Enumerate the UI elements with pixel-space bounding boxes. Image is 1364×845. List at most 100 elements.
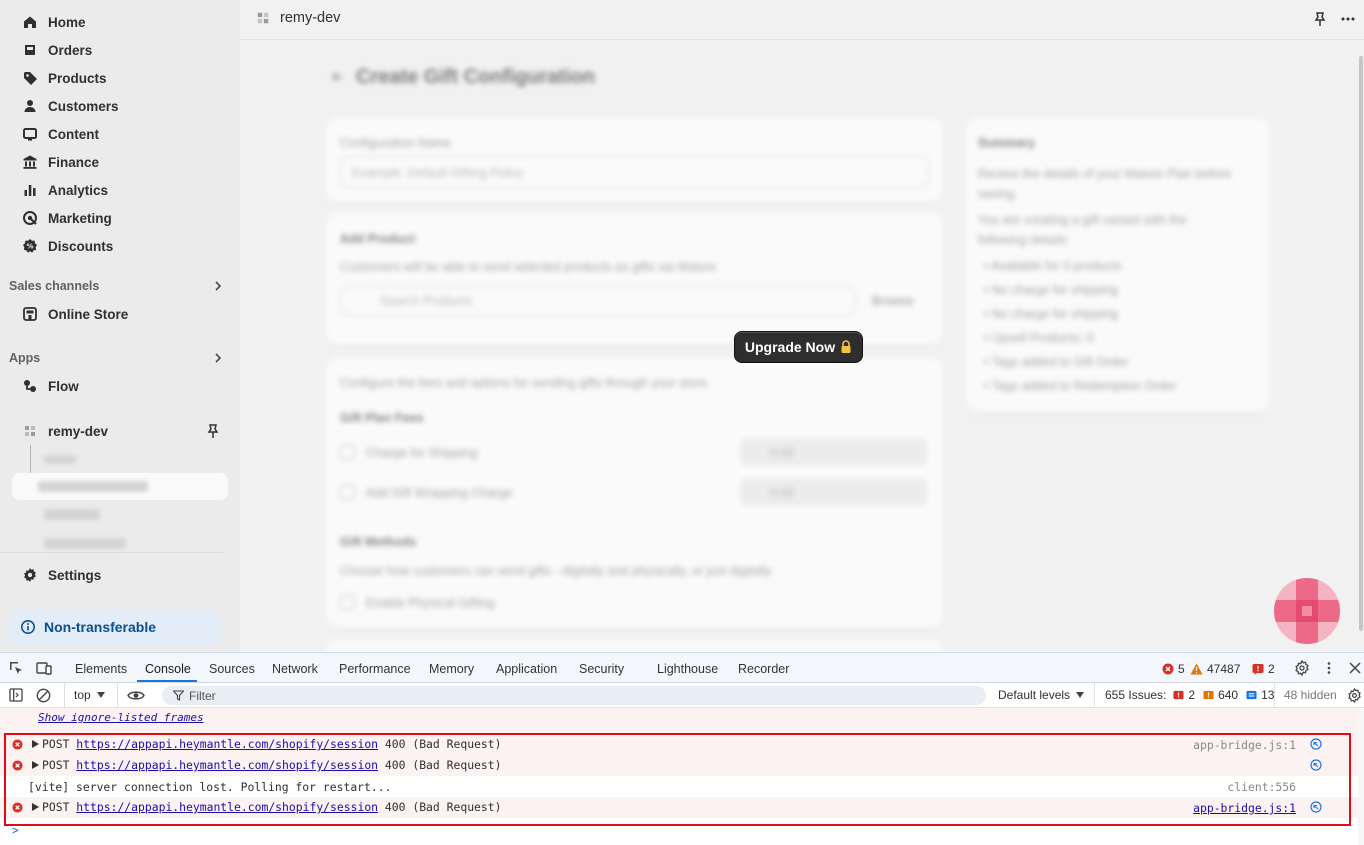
sidebar-item-label: Flow [48, 378, 79, 394]
charge-shipping-checkbox[interactable] [340, 445, 355, 460]
sidebar-item-label: Marketing [48, 210, 112, 226]
sidebar-toggle-icon[interactable] [9, 688, 23, 702]
default-levels-select[interactable]: Default levels [998, 688, 1085, 702]
tab-security[interactable]: Security [579, 662, 624, 676]
issues-badge[interactable]: 2 [1252, 662, 1275, 676]
sidebar-item-home[interactable]: Home [12, 9, 228, 35]
summary-desc-2: You are creating a gift variant with the… [978, 213, 1187, 247]
sidebar-subitem-redacted[interactable] [44, 538, 126, 549]
tab-recorder[interactable]: Recorder [738, 662, 789, 676]
browse-button[interactable]: Browse [872, 294, 914, 308]
configure-desc: Configure the fees and options for sendi… [340, 376, 711, 390]
summary-item: • Tags added to Gift Order [984, 355, 1129, 369]
sales-channels-header[interactable]: Sales channels [9, 279, 225, 293]
pin-icon[interactable] [205, 423, 221, 439]
flow-icon [24, 380, 36, 392]
tab-lighthouse[interactable]: Lighthouse [657, 662, 718, 676]
apps-label: Apps [9, 351, 41, 365]
more-icon[interactable] [1340, 11, 1356, 27]
config-name-label: Configuration Name [340, 136, 452, 150]
topbar-app-name: remy-dev [280, 10, 341, 26]
show-ignore-listed-link[interactable]: Show ignore-listed frames [38, 711, 204, 724]
store-icon [23, 307, 37, 321]
sidebar-item-label: Discounts [48, 238, 114, 254]
sidebar-item-flow[interactable]: Flow [12, 373, 228, 399]
sidebar-item-online-store[interactable]: Online Store [12, 301, 228, 327]
physical-gifting-checkbox[interactable] [340, 595, 355, 610]
shipping-fee-placeholder: 0.00 [770, 446, 795, 460]
filter-input[interactable]: Filter [162, 686, 986, 705]
warning-count[interactable]: 47487 [1190, 662, 1240, 676]
settings-gear-icon[interactable] [1294, 660, 1310, 676]
app-topbar: remy-dev [240, 0, 1364, 40]
sidebar-item-label: Finance [48, 154, 100, 170]
shipping-fee-input[interactable] [740, 438, 927, 466]
tab-network[interactable]: Network [272, 662, 318, 676]
sidebar-item-analytics[interactable]: Analytics [12, 177, 228, 203]
sidebar-item-settings[interactable]: Settings [12, 562, 228, 588]
home-icon [24, 16, 36, 28]
sidebar-item-products[interactable]: Products [12, 65, 228, 91]
sidebar-item-discounts[interactable]: % Discounts [12, 233, 228, 259]
apps-header[interactable]: Apps [9, 351, 225, 365]
sidebar-item-customers[interactable]: Customers [12, 93, 228, 119]
page-title: Create Gift Configuration [356, 66, 595, 88]
sidebar-item-content[interactable]: Content [12, 121, 228, 147]
enable-physical-label: Enable Physical Gifting [366, 596, 495, 610]
device-toggle-icon[interactable] [36, 661, 52, 676]
tab-application[interactable]: Application [496, 662, 557, 676]
chevron-right-icon [215, 353, 222, 363]
tab-memory[interactable]: Memory [429, 662, 474, 676]
sidebar-item-finance[interactable]: Finance [12, 149, 228, 175]
tab-sources[interactable]: Sources [209, 662, 255, 676]
upgrade-now-button[interactable]: Upgrade Now [734, 331, 863, 363]
tab-console[interactable]: Console [145, 662, 191, 676]
clear-console-icon[interactable] [36, 688, 51, 703]
gift-methods-label: Gift Methods [340, 535, 417, 549]
inspect-element-icon[interactable] [9, 661, 24, 676]
sales-channels-label: Sales channels [9, 279, 100, 293]
sidebar: Home Orders Products Customers Content F… [0, 0, 240, 652]
sidebar-subitem-redacted[interactable] [44, 509, 100, 520]
sidebar-item-label: Analytics [48, 182, 109, 198]
summary-item: • Available for 0 products [984, 259, 1122, 273]
tab-elements[interactable]: Elements [75, 662, 127, 676]
non-transferable-badge[interactable]: Non-transferable [8, 609, 221, 645]
console-settings-gear-icon[interactable] [1347, 688, 1362, 703]
sidebar-subitem-redacted[interactable] [44, 455, 76, 464]
sidebar-item-orders[interactable]: Orders [12, 37, 228, 63]
filter-placeholder: Filter [189, 689, 216, 703]
tab-performance[interactable]: Performance [339, 662, 411, 676]
wrapping-fee-input[interactable] [740, 478, 927, 506]
pin-icon[interactable] [1312, 11, 1328, 27]
main-scrollbar-thumb[interactable] [1359, 56, 1363, 631]
issues-summary[interactable]: 655 Issues: 2 640 13 [1105, 688, 1274, 702]
config-name-placeholder: Example: Default Gifting Policy [352, 166, 524, 180]
sidebar-item-label: Content [48, 126, 99, 142]
issue-icon [1252, 664, 1264, 675]
vertical-more-icon[interactable] [1324, 661, 1334, 675]
non-transferable-label: Non-transferable [44, 619, 157, 635]
hidden-count: 48 hidden [1284, 688, 1337, 702]
sidebar-item-marketing[interactable]: Marketing [12, 205, 228, 231]
back-arrow-icon[interactable] [330, 70, 344, 84]
eye-icon[interactable] [127, 689, 145, 702]
error-count[interactable]: 5 [1162, 662, 1185, 676]
sidebar-item-label: Products [48, 70, 107, 86]
context-select[interactable]: top [74, 688, 105, 702]
sidebar-item-remy-dev[interactable]: remy-dev [12, 418, 228, 444]
add-product-desc: Customers will be able to send selected … [340, 260, 717, 274]
sidebar-item-label: Customers [48, 98, 119, 114]
chat-bubble-button[interactable] [1274, 578, 1340, 644]
summary-desc-1: Review the details of your Mature Plan b… [978, 167, 1231, 201]
dropdown-arrow-icon [96, 692, 105, 698]
orders-icon [25, 45, 35, 55]
wrapping-checkbox[interactable] [340, 485, 355, 500]
target-icon [23, 211, 37, 225]
console-toolbar: top Filter Default levels 655 Issues: 2 … [0, 683, 1364, 708]
sidebar-subitem-redacted[interactable] [38, 481, 148, 492]
issue-warning-icon [1203, 690, 1214, 699]
console-scrollbar[interactable] [1358, 708, 1364, 845]
close-icon[interactable] [1349, 662, 1361, 674]
pixelated-avatar-icon [1274, 578, 1340, 644]
